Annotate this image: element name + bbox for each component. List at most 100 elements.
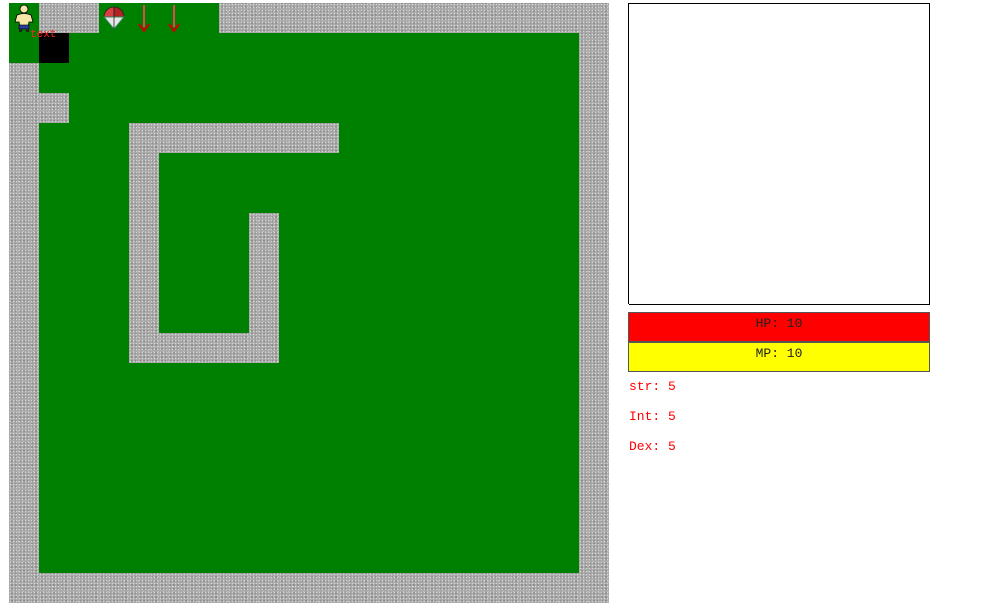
arrow-icon[interactable]	[159, 3, 189, 33]
inventory-slot[interactable]	[749, 184, 780, 215]
inventory-slot[interactable]	[779, 184, 810, 215]
inventory-slot[interactable]	[809, 154, 840, 185]
inventory-slot[interactable]	[809, 64, 840, 95]
inventory-slot[interactable]	[689, 94, 720, 125]
inventory-slot[interactable]	[869, 94, 900, 125]
game-map[interactable]	[9, 3, 609, 603]
inventory-slot[interactable]	[659, 154, 690, 185]
inventory-slot[interactable]	[719, 274, 750, 305]
inventory-slot[interactable]	[899, 244, 930, 275]
inventory-slot[interactable]	[839, 154, 870, 185]
arrow-icon[interactable]	[129, 3, 159, 33]
inventory-slot[interactable]	[629, 34, 660, 65]
inventory-slot[interactable]	[869, 184, 900, 215]
inventory-slot[interactable]	[689, 184, 720, 215]
inventory-slot[interactable]	[899, 274, 930, 305]
inventory-slot[interactable]	[719, 4, 750, 35]
inventory-slot[interactable]	[719, 94, 750, 125]
inventory-slot[interactable]	[629, 184, 660, 215]
inventory-slot[interactable]	[869, 244, 900, 275]
inventory-slot[interactable]	[869, 214, 900, 245]
inventory-slot[interactable]	[899, 4, 930, 35]
shield-icon[interactable]	[99, 3, 129, 33]
inventory-slot[interactable]	[749, 34, 780, 65]
inventory-slot[interactable]	[749, 124, 780, 155]
inventory-slot[interactable]	[629, 64, 660, 95]
inventory-slot[interactable]	[839, 214, 870, 245]
inventory-slot[interactable]	[779, 34, 810, 65]
inventory-slot[interactable]	[809, 124, 840, 155]
inventory-slot[interactable]	[899, 124, 930, 155]
inventory-slot[interactable]	[629, 244, 660, 275]
inventory-slot[interactable]	[629, 154, 660, 185]
inventory-slot[interactable]	[899, 94, 930, 125]
inventory-slot[interactable]	[719, 214, 750, 245]
inventory-slot[interactable]	[869, 4, 900, 35]
inventory-slot[interactable]	[659, 34, 690, 65]
inventory-slot[interactable]	[659, 124, 690, 155]
inventory-slot[interactable]	[779, 4, 810, 35]
inventory-slot[interactable]	[809, 244, 840, 275]
inventory-slot[interactable]	[809, 214, 840, 245]
inventory-slot[interactable]	[809, 34, 840, 65]
inventory-slot[interactable]	[689, 4, 720, 35]
inventory-slot[interactable]	[689, 244, 720, 275]
inventory-slot[interactable]	[809, 94, 840, 125]
inventory-slot[interactable]	[659, 4, 690, 35]
inventory-slot[interactable]	[809, 4, 840, 35]
inventory-slot[interactable]	[839, 4, 870, 35]
inventory-slot[interactable]	[749, 274, 780, 305]
inventory-slot[interactable]	[629, 4, 660, 35]
inventory-slot[interactable]	[779, 94, 810, 125]
inventory-slot[interactable]	[809, 274, 840, 305]
inventory-slot[interactable]	[719, 244, 750, 275]
inventory-slot[interactable]	[719, 154, 750, 185]
inventory-slot[interactable]	[689, 274, 720, 305]
inventory-slot[interactable]	[869, 64, 900, 95]
inventory-slot[interactable]	[629, 214, 660, 245]
inventory-slot[interactable]	[839, 34, 870, 65]
inventory-slot[interactable]	[659, 274, 690, 305]
inventory-slot[interactable]	[869, 124, 900, 155]
inventory-slot[interactable]	[779, 124, 810, 155]
inventory-slot[interactable]	[839, 124, 870, 155]
inventory-slot[interactable]	[689, 154, 720, 185]
inventory-slot[interactable]	[689, 214, 720, 245]
inventory-slot[interactable]	[899, 34, 930, 65]
inventory-slot[interactable]	[839, 244, 870, 275]
inventory-slot[interactable]	[749, 154, 780, 185]
inventory-slot[interactable]	[659, 64, 690, 95]
inventory-slot[interactable]	[869, 154, 900, 185]
inventory-slot[interactable]	[899, 184, 930, 215]
inventory-slot[interactable]	[869, 34, 900, 65]
inventory-slot[interactable]	[659, 214, 690, 245]
inventory-slot[interactable]	[839, 94, 870, 125]
inventory-slot[interactable]	[779, 274, 810, 305]
inventory-grid[interactable]	[628, 3, 930, 305]
inventory-slot[interactable]	[779, 154, 810, 185]
inventory-slot[interactable]	[779, 214, 810, 245]
inventory-slot[interactable]	[659, 94, 690, 125]
inventory-slot[interactable]	[899, 64, 930, 95]
inventory-slot[interactable]	[839, 274, 870, 305]
inventory-slot[interactable]	[899, 154, 930, 185]
inventory-slot[interactable]	[839, 64, 870, 95]
inventory-slot[interactable]	[899, 214, 930, 245]
inventory-slot[interactable]	[749, 244, 780, 275]
inventory-slot[interactable]	[749, 214, 780, 245]
inventory-slot[interactable]	[779, 64, 810, 95]
inventory-slot[interactable]	[719, 64, 750, 95]
inventory-slot[interactable]	[839, 184, 870, 215]
inventory-slot[interactable]	[719, 184, 750, 215]
inventory-slot[interactable]	[719, 124, 750, 155]
inventory-slot[interactable]	[659, 244, 690, 275]
inventory-slot[interactable]	[719, 34, 750, 65]
inventory-slot[interactable]	[869, 274, 900, 305]
inventory-slot[interactable]	[629, 94, 660, 125]
inventory-slot[interactable]	[689, 34, 720, 65]
inventory-slot[interactable]	[689, 64, 720, 95]
inventory-slot[interactable]	[659, 184, 690, 215]
inventory-slot[interactable]	[629, 274, 660, 305]
inventory-slot[interactable]	[629, 124, 660, 155]
inventory-slot[interactable]	[689, 124, 720, 155]
